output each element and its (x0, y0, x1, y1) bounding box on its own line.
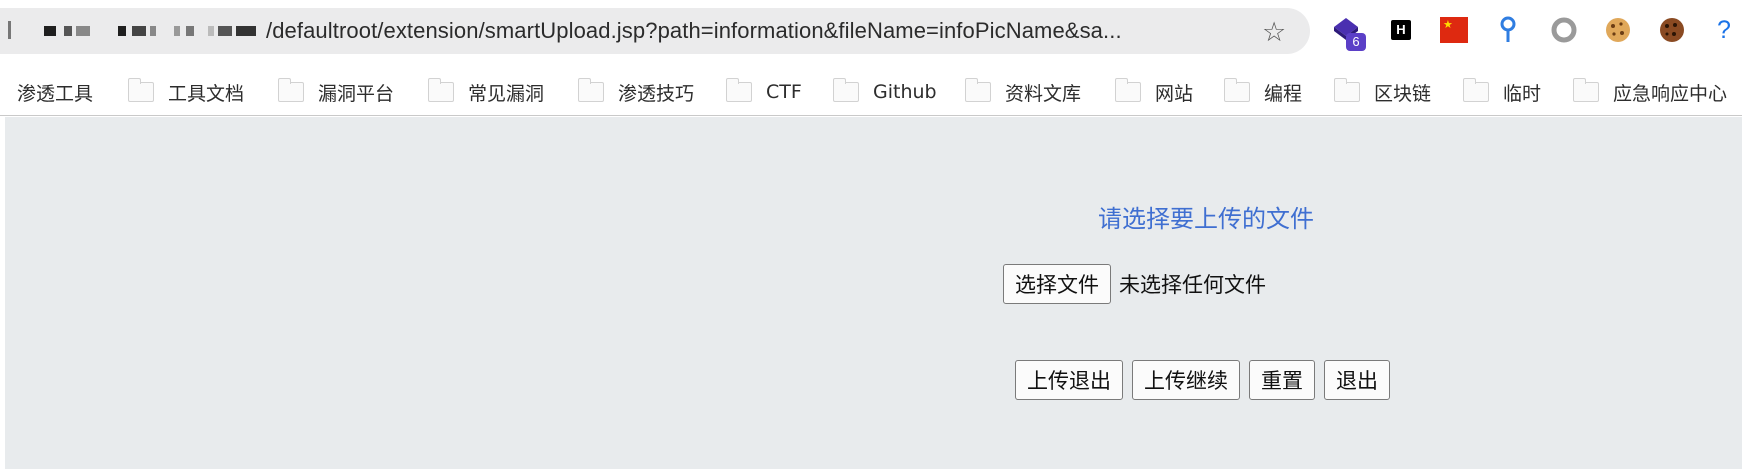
hackbar-extension-icon[interactable]: H (1383, 12, 1419, 48)
bookmark-label: 资料文库 (1005, 82, 1082, 105)
shield-extension-icon[interactable]: 6 (1328, 12, 1366, 51)
cookie-editor-extension-icon[interactable] (1654, 12, 1690, 48)
folder-icon (833, 78, 859, 102)
help-icon-glyph: ? (1717, 15, 1731, 44)
bookmark-label: CTF (766, 81, 802, 103)
bookmark-folder[interactable]: 临时 (1463, 76, 1541, 108)
bookmark-folder[interactable]: 工具文档 (128, 76, 244, 108)
cookie-icon (1606, 18, 1630, 42)
choose-file-button[interactable]: 选择文件 (1003, 264, 1111, 304)
h-icon: H (1391, 20, 1411, 40)
upload-exit-button[interactable]: 上传退出 (1015, 360, 1123, 400)
bookmarks-bar: 渗透工具 工具文档 漏洞平台 常见漏洞 渗透技巧 CTF Github 资料文库… (0, 68, 1742, 116)
bookmark-label: 渗透技巧 (618, 82, 695, 105)
cookie-extension-icon[interactable] (1600, 12, 1636, 48)
location-pin-extension-icon[interactable] (1490, 12, 1526, 48)
china-flag-extension-icon[interactable] (1436, 12, 1472, 48)
action-buttons: 上传退出 上传继续 重置 退出 (1015, 360, 1390, 400)
bookmark-folder[interactable]: 常见漏洞 (428, 76, 544, 108)
bookmark-item[interactable]: 渗透工具 (17, 76, 93, 108)
redacted-host (8, 20, 266, 42)
folder-icon (428, 78, 454, 102)
help-icon[interactable]: ? (1706, 12, 1742, 48)
folder-icon (1573, 78, 1599, 102)
bookmark-label: 漏洞平台 (318, 82, 395, 105)
circle-extension-icon[interactable] (1546, 12, 1582, 48)
bookmark-folder[interactable]: 编程 (1224, 76, 1302, 108)
upload-continue-button[interactable]: 上传继续 (1132, 360, 1240, 400)
folder-icon (726, 78, 752, 102)
exit-button[interactable]: 退出 (1324, 360, 1390, 400)
bookmark-folder[interactable]: Github (833, 76, 937, 108)
bookmark-label: 应急响应中心 (1613, 82, 1728, 105)
bookmark-folder[interactable]: 资料文库 (965, 76, 1081, 108)
folder-icon (278, 78, 304, 102)
star-icon[interactable]: ☆ (1262, 17, 1286, 48)
reset-button[interactable]: 重置 (1249, 360, 1315, 400)
bookmark-folder[interactable]: 网站 (1115, 76, 1193, 108)
flag-icon (1440, 17, 1468, 43)
bookmark-label: 区块链 (1374, 82, 1432, 105)
bookmark-label: 编程 (1264, 82, 1303, 105)
file-input[interactable]: 选择文件 未选择任何文件 (1003, 264, 1266, 304)
folder-icon (1115, 78, 1141, 102)
location-pin-icon (1500, 16, 1516, 42)
folder-icon (128, 78, 154, 102)
bookmark-folder[interactable]: 应急响应中心 (1573, 76, 1727, 108)
folder-icon (965, 78, 991, 102)
file-status-text: 未选择任何文件 (1119, 273, 1266, 297)
folder-icon (1463, 78, 1489, 102)
browser-toolbar: /defaultroot/extension/smartUpload.jsp?p… (0, 0, 1742, 60)
bookmark-label: 渗透工具 (17, 82, 94, 105)
bookmark-folder[interactable]: 区块链 (1334, 76, 1431, 108)
page-content: 请选择要上传的文件 选择文件 未选择任何文件 上传退出 上传继续 重置 退出 (5, 117, 1742, 469)
url-text[interactable]: /defaultroot/extension/smartUpload.jsp?p… (266, 18, 1122, 44)
upload-title: 请选择要上传的文件 (1098, 205, 1314, 233)
bookmark-label: 工具文档 (168, 82, 245, 105)
folder-icon (578, 78, 604, 102)
bookmark-label: Github (873, 81, 937, 103)
address-bar[interactable]: /defaultroot/extension/smartUpload.jsp?p… (0, 8, 1310, 54)
cookie-editor-icon (1660, 18, 1684, 42)
extension-badge: 6 (1346, 33, 1366, 51)
bookmark-label: 临时 (1503, 82, 1542, 105)
bookmark-folder[interactable]: 渗透技巧 (578, 76, 694, 108)
bookmark-folder[interactable]: CTF (726, 76, 802, 108)
folder-icon (1224, 78, 1250, 102)
circle-icon (1551, 17, 1577, 43)
bookmark-label: 常见漏洞 (468, 82, 545, 105)
folder-icon (1334, 78, 1360, 102)
bookmark-label: 网站 (1155, 82, 1194, 105)
bookmark-folder[interactable]: 漏洞平台 (278, 76, 394, 108)
